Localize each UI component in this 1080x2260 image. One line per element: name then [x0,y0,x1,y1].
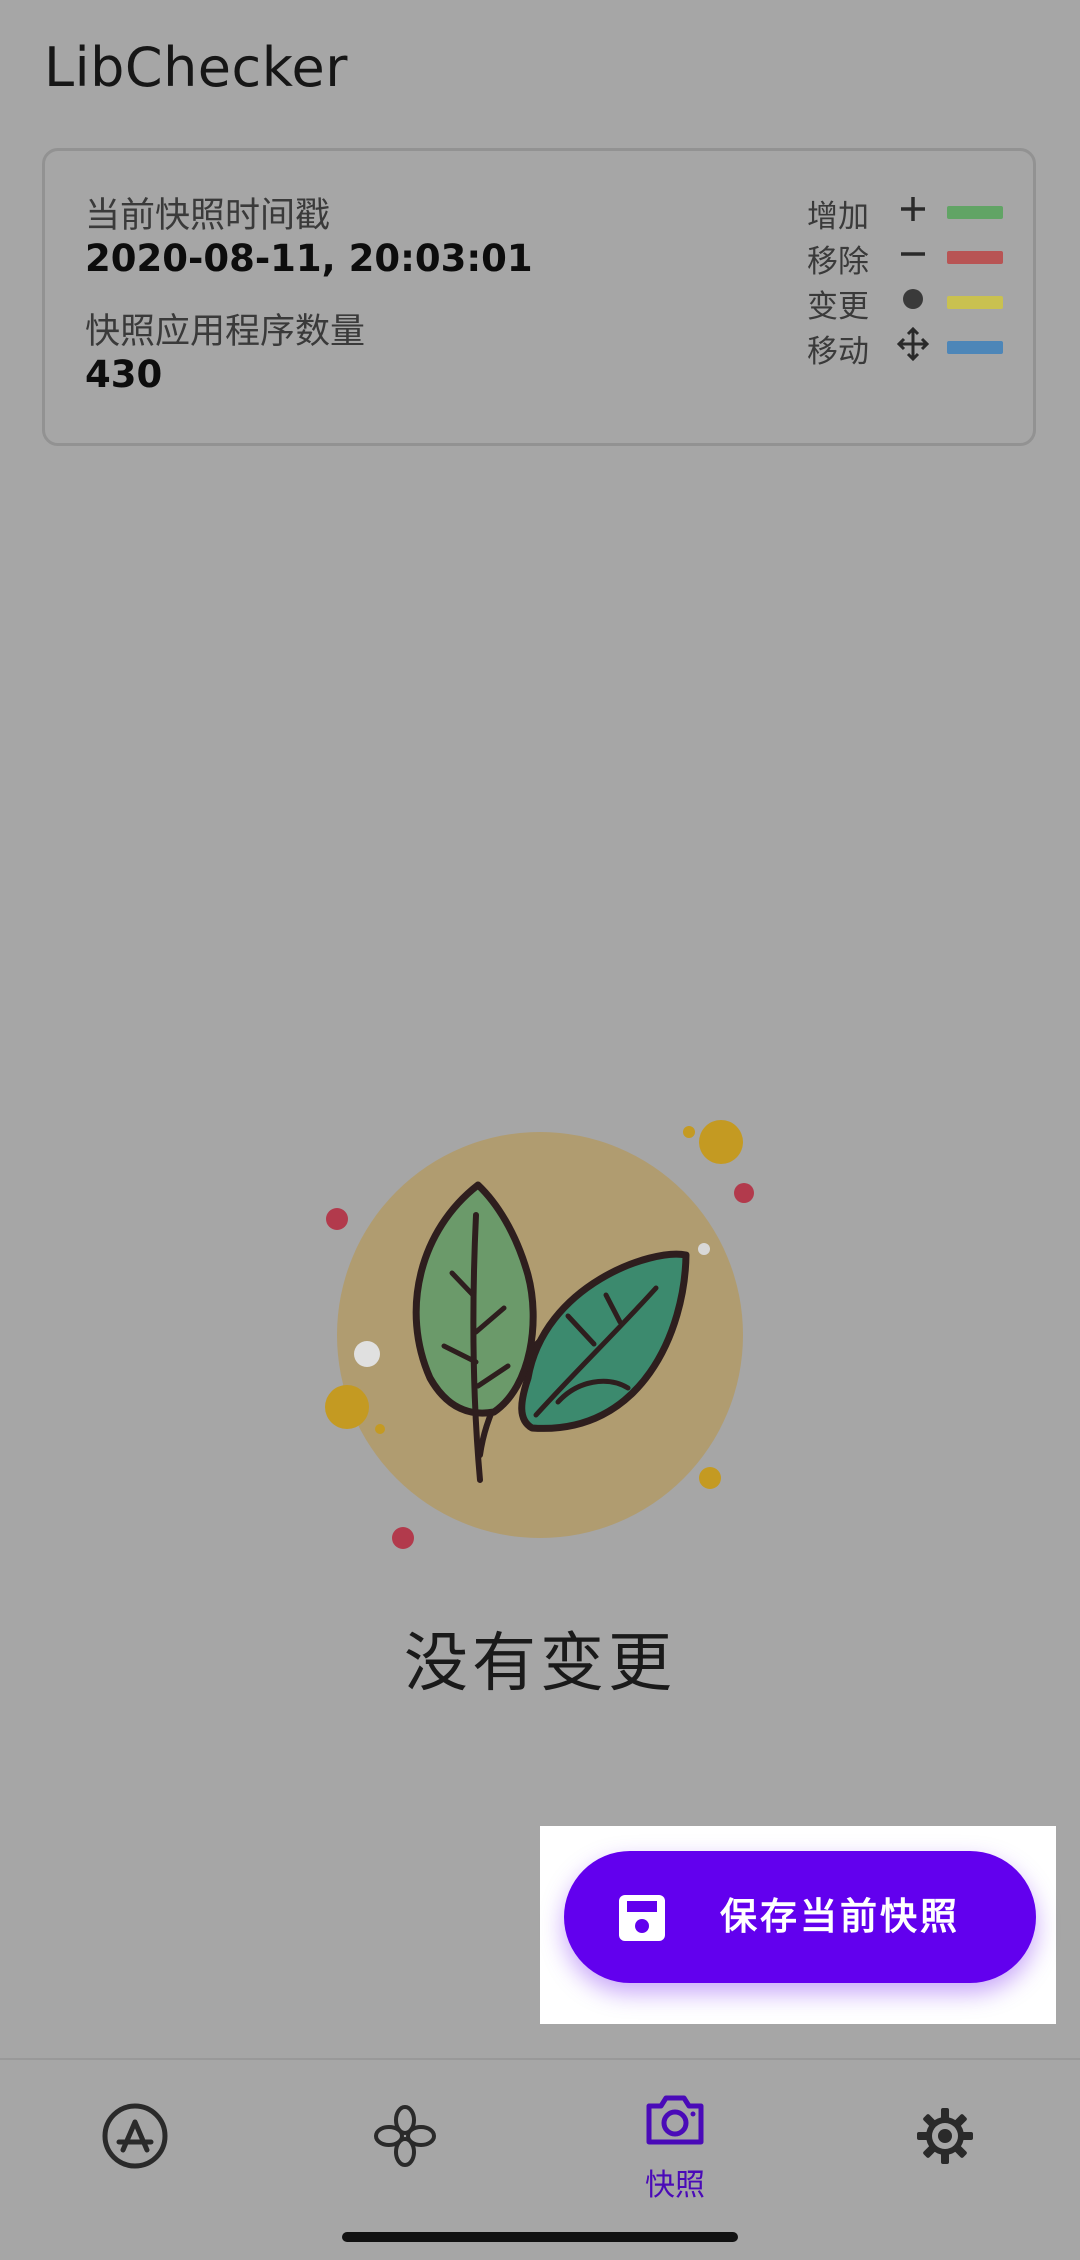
bottom-navigation: 快照 [0,2058,1080,2260]
settings-gear-icon [917,2108,973,2164]
nav-item-library[interactable] [270,2060,540,2200]
move-arrows-icon [896,326,930,362]
snapshot-info-card: 当前快照时间戳 2020-08-11, 20:03:01 快照应用程序数量 43… [42,148,1036,446]
legend-item-added: 增加 [807,191,1017,235]
legend-label-added: 增加 [807,199,869,235]
nav-label-snapshot: 快照 [645,2168,705,2203]
library-icon [374,2105,436,2167]
legend-label-changed: 变更 [807,289,869,325]
app-count-value: 430 [85,353,163,396]
legend-item-removed: 移除 [807,236,1017,280]
legend-item-changed: 变更 [807,281,1017,325]
dot-icon [903,289,923,309]
nav-item-snapshot[interactable]: 快照 [540,2060,810,2203]
camera-icon [646,2095,704,2145]
legend-item-moved: 移动 [807,326,1017,370]
legend-label-removed: 移除 [807,244,869,280]
minus-icon [901,252,925,256]
save-snapshot-label: 保存当前快照 [720,1895,960,1938]
empty-state-message: 没有变更 [404,1627,676,1701]
timestamp-label: 当前快照时间戳 [85,196,331,236]
nav-item-settings[interactable] [810,2060,1080,2200]
home-indicator [342,2232,738,2242]
legend-bar-removed [947,251,1003,264]
legend-label-moved: 移动 [807,334,869,370]
legend-bar-moved [947,341,1003,354]
legend-bar-added [947,206,1003,219]
app-store-icon [102,2103,168,2169]
nav-item-apps[interactable] [0,2060,270,2200]
legend-bar-changed [947,296,1003,309]
save-snapshot-button[interactable]: 保存当前快照 [564,1851,1036,1983]
timestamp-value: 2020-08-11, 20:03:01 [85,237,533,280]
app-title: LibChecker [44,36,348,99]
save-icon [619,1895,665,1941]
app-count-label: 快照应用程序数量 [85,312,366,352]
leaves-illustration [325,1120,754,1549]
plus-icon [901,197,925,221]
